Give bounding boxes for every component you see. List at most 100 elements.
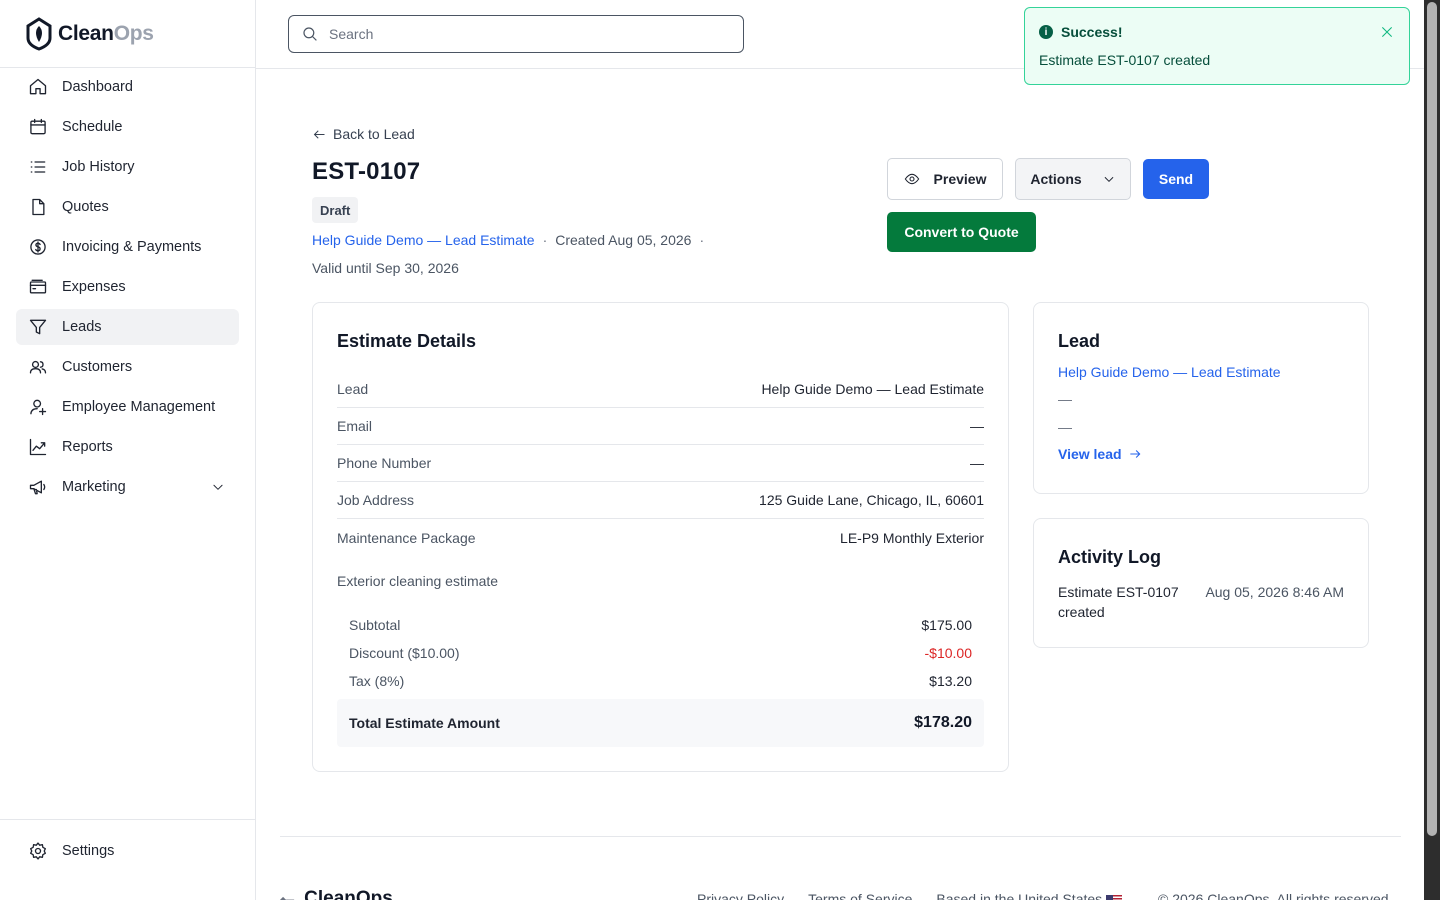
detail-row-maintenance-package: Maintenance Package LE-P9 Monthly Exteri… <box>337 519 984 556</box>
send-button[interactable]: Send <box>1143 159 1209 199</box>
view-lead-label: View lead <box>1058 446 1122 462</box>
detail-label: Maintenance Package <box>337 529 476 546</box>
logo-text: CleanOps <box>58 21 154 45</box>
detail-value: Help Guide Demo — Lead Estimate <box>761 381 984 397</box>
preview-button[interactable]: Preview <box>887 158 1003 200</box>
sidebar-item-label: Leads <box>62 319 102 335</box>
sidebar-item-label: Marketing <box>62 479 126 495</box>
toast-message: Estimate EST-0107 created <box>1039 52 1211 68</box>
activity-log-title: Activity Log <box>1058 547 1162 567</box>
discount-row: Discount ($10.00) -$10.00 <box>349 645 972 661</box>
sidebar-item-schedule[interactable]: Schedule <box>16 109 239 145</box>
activity-log-card: Activity Log Estimate EST-0107 created A… <box>1033 518 1369 648</box>
logo[interactable]: CleanOps <box>0 0 255 68</box>
home-icon <box>29 78 47 95</box>
sidebar-nav: Dashboard Schedule Job History Quotes In… <box>0 69 255 505</box>
wallet-icon <box>29 279 47 294</box>
lead-phone: — <box>1058 419 1072 435</box>
lead-card: Lead Help Guide Demo — Lead Estimate — —… <box>1033 302 1369 494</box>
funnel-icon <box>29 319 47 335</box>
estimate-meta: Help Guide Demo — Lead Estimate · Create… <box>312 232 704 248</box>
sidebar-item-label: Employee Management <box>62 399 216 415</box>
subtotal-value: $175.00 <box>921 617 972 633</box>
total-row: Total Estimate Amount $178.20 <box>337 699 984 747</box>
sidebar-item-label: Invoicing & Payments <box>62 239 202 255</box>
sidebar-item-employee-management[interactable]: Employee Management <box>16 389 239 425</box>
footer-divider <box>280 836 1401 837</box>
detail-label: Job Address <box>337 492 415 508</box>
total-label: Total Estimate Amount <box>349 715 500 731</box>
sidebar-item-settings[interactable]: Settings <box>16 833 239 869</box>
sidebar-item-invoicing-payments[interactable]: Invoicing & Payments <box>16 229 239 265</box>
estimate-details-card: Estimate Details Lead Help Guide Demo — … <box>312 302 1009 772</box>
page-title: EST-0107 <box>312 158 421 185</box>
terms-of-service-link[interactable]: Terms of Service <box>808 891 912 900</box>
sidebar-item-label: Settings <box>62 843 115 859</box>
valid-until: Valid until Sep 30, 2026 <box>312 260 459 276</box>
eye-icon <box>904 173 919 185</box>
sidebar-item-label: Expenses <box>62 279 126 295</box>
dollar-circle-icon <box>30 239 46 255</box>
arrow-right-icon <box>1129 450 1140 458</box>
detail-row-lead: Lead Help Guide Demo — Lead Estimate <box>337 371 984 408</box>
detail-label: Lead <box>337 381 369 397</box>
detail-value: — <box>970 455 984 471</box>
subtotal-label: Subtotal <box>349 617 401 633</box>
sidebar-item-job-history[interactable]: Job History <box>16 149 239 185</box>
user-cog-icon <box>30 399 47 416</box>
search-input[interactable] <box>329 26 709 42</box>
lead-link[interactable]: Help Guide Demo — Lead Estimate <box>312 232 535 248</box>
page-scrollbar[interactable] <box>1424 0 1440 900</box>
back-to-lead-link[interactable]: Back to Lead <box>312 126 415 142</box>
lead-name-link[interactable]: Help Guide Demo — Lead Estimate <box>1058 364 1344 380</box>
users-icon <box>29 360 47 374</box>
detail-value: — <box>970 418 984 434</box>
sidebar-item-marketing[interactable]: Marketing <box>16 469 239 505</box>
privacy-policy-link[interactable]: Privacy Policy <box>697 891 784 900</box>
success-toast: i Success! Estimate EST-0107 created <box>1024 7 1410 85</box>
toast-close-button[interactable] <box>1379 24 1395 40</box>
convert-to-quote-button[interactable]: Convert to Quote <box>887 212 1036 252</box>
sidebar-item-label: Reports <box>62 439 113 455</box>
scrollbar-thumb[interactable] <box>1427 2 1437 836</box>
calendar-icon <box>30 118 46 135</box>
status-badge: Draft <box>312 197 359 223</box>
chart-line-icon <box>29 438 47 456</box>
footer-logo-icon: ◆▬ <box>280 894 295 900</box>
chevron-down-icon[interactable] <box>211 480 225 494</box>
list-icon <box>30 161 46 173</box>
sidebar-item-expenses[interactable]: Expenses <box>16 269 239 305</box>
close-icon <box>1381 26 1393 38</box>
sidebar-item-leads[interactable]: Leads <box>16 309 239 345</box>
search-icon <box>303 27 317 41</box>
separator: · <box>699 232 705 248</box>
detail-value: LE-P9 Monthly Exterior <box>840 529 984 546</box>
megaphone-icon <box>29 480 46 495</box>
discount-value: -$10.00 <box>924 645 972 661</box>
sidebar-item-reports[interactable]: Reports <box>16 429 239 465</box>
activity-time: Aug 05, 2026 8:46 AM <box>1205 584 1344 600</box>
toast-header: i Success! <box>1039 24 1395 40</box>
detail-row-phone: Phone Number — <box>337 445 984 482</box>
back-label: Back to Lead <box>333 126 415 142</box>
sidebar-item-customers[interactable]: Customers <box>16 349 239 385</box>
footer-links: Privacy Policy Terms of Service Based in… <box>697 891 1123 900</box>
gear-icon <box>30 842 46 860</box>
actions-dropdown[interactable]: Actions <box>1015 158 1131 200</box>
location-note: Based in the United States <box>936 891 1123 900</box>
sidebar-item-dashboard[interactable]: Dashboard <box>16 69 239 105</box>
detail-value: 125 Guide Lane, Chicago, IL, 60601 <box>759 492 984 508</box>
logo-icon <box>26 16 52 51</box>
estimate-details-title: Estimate Details <box>337 331 477 351</box>
lead-email: — <box>1058 391 1072 407</box>
separator: · <box>542 232 548 248</box>
search-box[interactable] <box>288 15 744 53</box>
detail-label: Email <box>337 418 373 434</box>
sidebar-item-quotes[interactable]: Quotes <box>16 189 239 225</box>
detail-label: Phone Number <box>337 455 432 471</box>
total-value: $178.20 <box>914 714 972 731</box>
preview-label: Preview <box>933 171 987 187</box>
view-lead-link[interactable]: View lead <box>1058 446 1344 462</box>
sidebar-item-label: Quotes <box>62 199 109 215</box>
activity-message: Estimate EST-0107 created <box>1058 584 1179 620</box>
